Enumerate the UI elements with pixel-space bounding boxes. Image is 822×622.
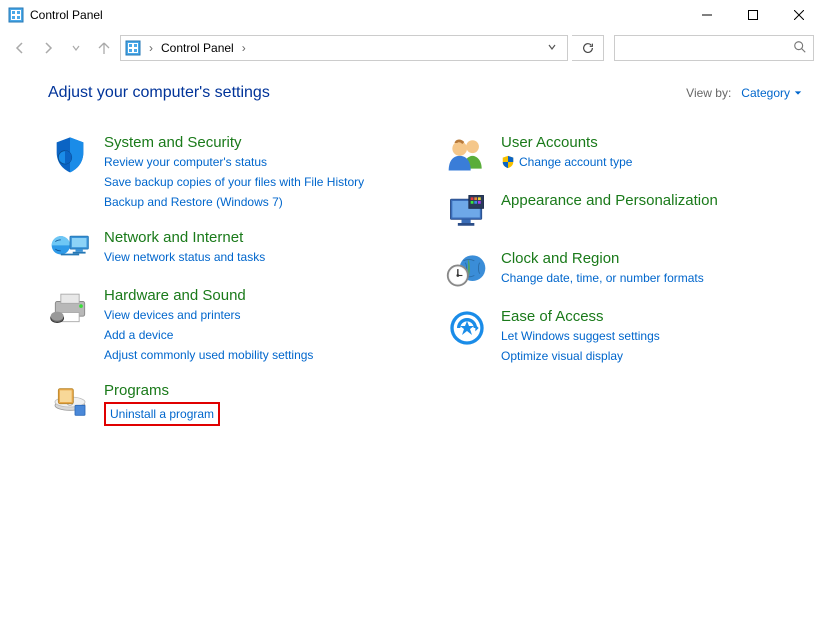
content-area: Adjust your computer's settings View by:…	[0, 66, 822, 447]
link-network-status[interactable]: View network status and tasks	[104, 248, 265, 266]
link-devices-printers[interactable]: View devices and printers	[104, 306, 313, 324]
link-text: Change account type	[519, 153, 632, 171]
network-icon	[48, 229, 92, 269]
toolbar: › Control Panel ›	[0, 30, 822, 66]
forward-button[interactable]	[36, 36, 60, 60]
refresh-button[interactable]	[572, 35, 604, 61]
link-uninstall-program[interactable]: Uninstall a program	[110, 405, 214, 423]
title-bar: Control Panel	[0, 0, 822, 30]
left-column: System and Security Review your computer…	[48, 134, 405, 427]
shield-icon	[48, 134, 92, 174]
viewby-value: Category	[741, 86, 790, 100]
highlight-uninstall: Uninstall a program	[104, 402, 220, 426]
category-network: Network and Internet View network status…	[48, 229, 405, 269]
control-panel-icon	[8, 7, 24, 23]
minimize-button[interactable]	[684, 0, 730, 30]
recent-locations-dropdown[interactable]	[64, 36, 88, 60]
back-button[interactable]	[8, 36, 32, 60]
search-box[interactable]	[614, 35, 814, 61]
viewby-dropdown[interactable]: Category	[741, 86, 802, 100]
viewby-label: View by:	[686, 86, 731, 100]
category-title-programs[interactable]: Programs	[104, 382, 220, 399]
address-bar[interactable]: › Control Panel ›	[120, 35, 568, 61]
breadcrumb-location[interactable]: Control Panel	[161, 41, 234, 55]
programs-icon	[48, 382, 92, 422]
category-title-users[interactable]: User Accounts	[501, 134, 632, 151]
chevron-down-icon	[794, 89, 802, 97]
address-dropdown[interactable]	[541, 41, 563, 55]
monitor-icon	[445, 192, 489, 232]
page-heading: Adjust your computer's settings	[48, 84, 270, 102]
category-ease-of-access: Ease of Access Let Windows suggest setti…	[445, 308, 802, 365]
link-review-status[interactable]: Review your computer's status	[104, 153, 364, 171]
category-title-hardware[interactable]: Hardware and Sound	[104, 287, 313, 304]
maximize-button[interactable]	[730, 0, 776, 30]
clock-globe-icon	[445, 250, 489, 290]
link-optimize-display[interactable]: Optimize visual display	[501, 347, 660, 365]
search-icon	[793, 40, 807, 57]
link-suggest-settings[interactable]: Let Windows suggest settings	[501, 327, 660, 345]
right-column: User Accounts Change account type	[445, 134, 802, 427]
users-icon	[445, 134, 489, 174]
category-programs: Programs Uninstall a program	[48, 382, 405, 427]
search-input[interactable]	[621, 41, 793, 55]
chevron-right-icon[interactable]: ›	[145, 41, 157, 55]
uac-shield-icon	[501, 155, 515, 169]
control-panel-icon	[125, 40, 141, 56]
category-clock: Clock and Region Change date, time, or n…	[445, 250, 802, 290]
link-mobility-settings[interactable]: Adjust commonly used mobility settings	[104, 346, 313, 364]
category-title-ease-of-access[interactable]: Ease of Access	[501, 308, 660, 325]
link-backup-restore[interactable]: Backup and Restore (Windows 7)	[104, 193, 364, 211]
category-system-security: System and Security Review your computer…	[48, 134, 405, 211]
category-title-system[interactable]: System and Security	[104, 134, 364, 151]
close-button[interactable]	[776, 0, 822, 30]
link-file-history[interactable]: Save backup copies of your files with Fi…	[104, 173, 364, 191]
category-hardware: Hardware and Sound View devices and prin…	[48, 287, 405, 364]
category-title-appearance[interactable]: Appearance and Personalization	[501, 192, 718, 209]
chevron-right-icon[interactable]: ›	[238, 41, 250, 55]
ease-of-access-icon	[445, 308, 489, 348]
category-user-accounts: User Accounts Change account type	[445, 134, 802, 174]
category-title-network[interactable]: Network and Internet	[104, 229, 265, 246]
window-title: Control Panel	[30, 8, 103, 22]
link-change-account-type[interactable]: Change account type	[501, 153, 632, 171]
link-add-device[interactable]: Add a device	[104, 326, 313, 344]
printer-icon	[48, 287, 92, 327]
link-change-datetime[interactable]: Change date, time, or number formats	[501, 269, 704, 287]
category-appearance: Appearance and Personalization	[445, 192, 802, 232]
up-button[interactable]	[92, 36, 116, 60]
category-title-clock[interactable]: Clock and Region	[501, 250, 704, 267]
